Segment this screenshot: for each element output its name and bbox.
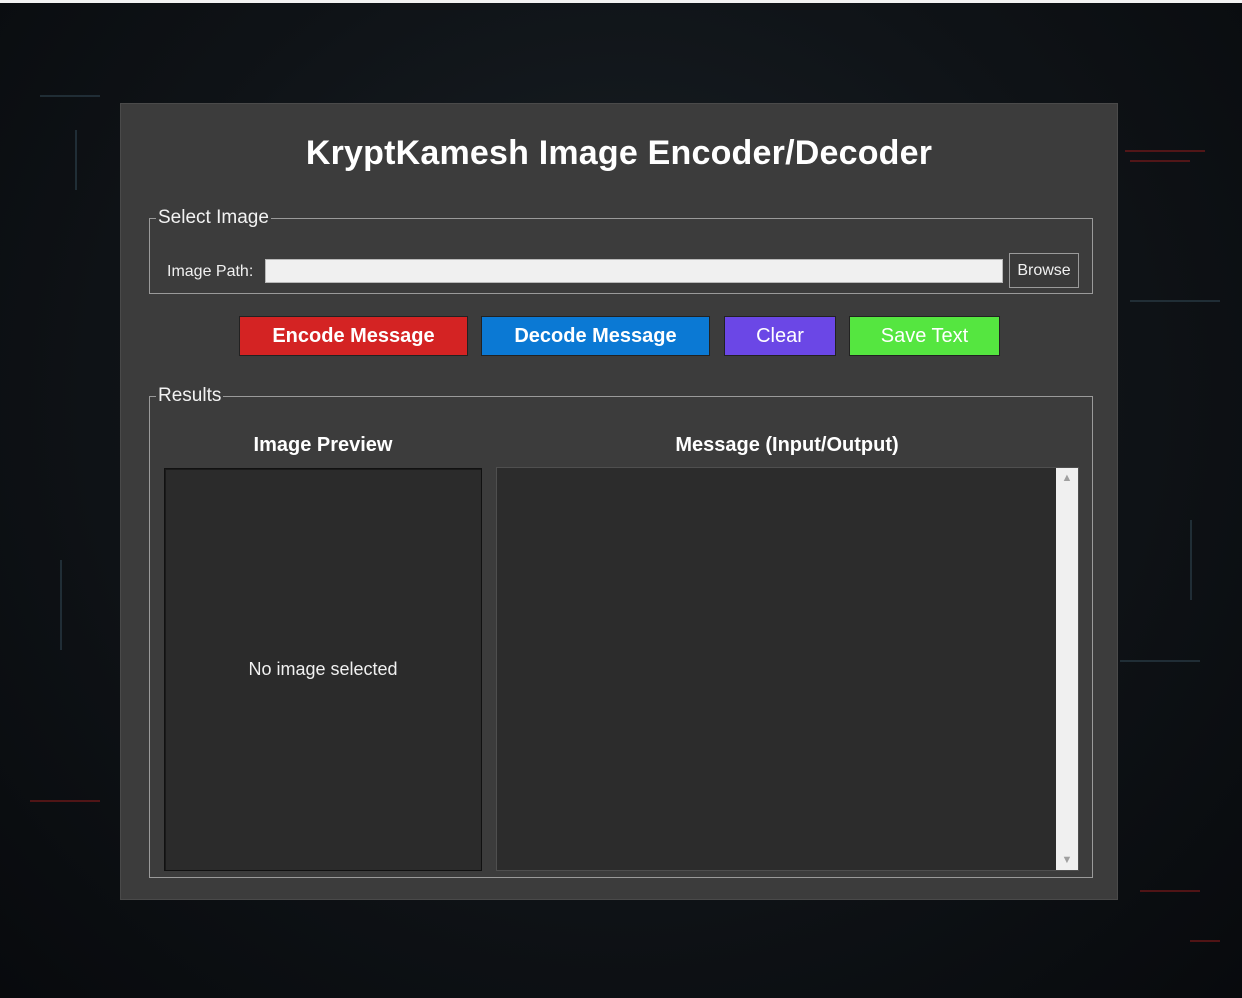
image-preview-title: Image Preview [253, 434, 393, 456]
browse-button[interactable]: Browse [1009, 253, 1079, 288]
message-textarea[interactable] [497, 468, 1056, 870]
clear-button[interactable]: Clear [724, 316, 836, 356]
results-legend: Results [158, 385, 222, 406]
encode-message-button[interactable]: Encode Message [239, 316, 468, 356]
app-title: KryptKamesh Image Encoder/Decoder [305, 134, 933, 172]
decode-message-button[interactable]: Decode Message [481, 316, 710, 356]
scroll-down-arrow-icon[interactable]: ▼ [1056, 850, 1078, 870]
message-area: ▲ ▼ [496, 467, 1079, 871]
select-image-legend: Select Image [158, 207, 269, 228]
results-group: Results Image Preview Message (Input/Out… [149, 385, 1093, 878]
save-text-button[interactable]: Save Text [849, 316, 1000, 356]
scroll-up-arrow-icon[interactable]: ▲ [1056, 468, 1078, 488]
message-title: Message (Input/Output) [675, 434, 899, 456]
image-preview-box: No image selected [164, 468, 482, 871]
image-path-input[interactable] [265, 259, 1003, 283]
image-path-label: Image Path: [167, 263, 254, 280]
no-image-text: No image selected [248, 659, 398, 679]
message-scrollbar[interactable]: ▲ ▼ [1056, 468, 1078, 870]
main-window: KryptKamesh Image Encoder/Decoder Select… [120, 103, 1118, 900]
top-edge [0, 0, 1242, 3]
select-image-group: Select Image Image Path: Browse [149, 207, 1093, 294]
